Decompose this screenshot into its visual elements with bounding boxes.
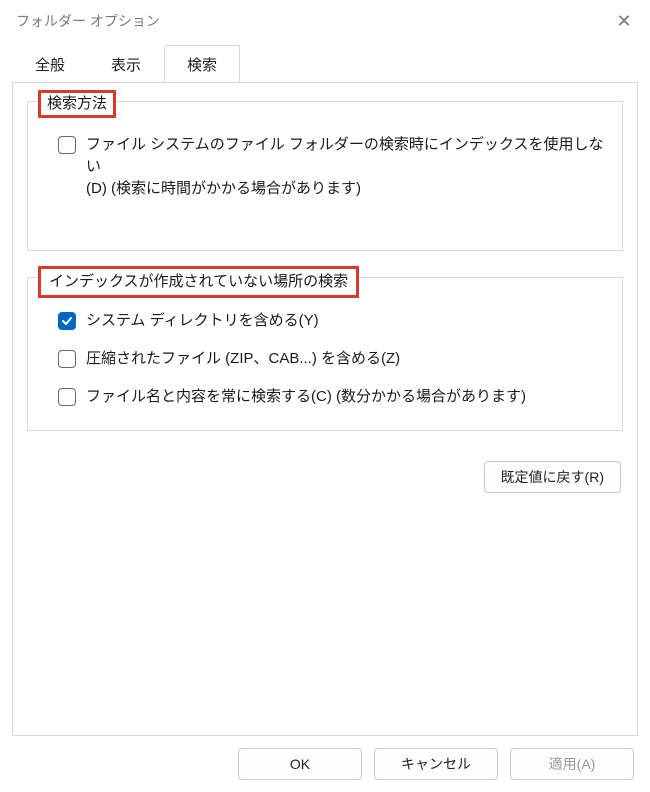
legend-search-method-text: 検索方法	[47, 95, 107, 112]
legend-nonindexed-text: インデックスが作成されていない場所の検索	[49, 273, 348, 290]
apply-button[interactable]: 適用(A)	[510, 748, 634, 780]
tab-general[interactable]: 全般	[12, 45, 88, 83]
close-icon[interactable]: ✕	[610, 11, 638, 32]
checkbox-zip[interactable]	[58, 350, 76, 368]
tab-view[interactable]: 表示	[88, 45, 164, 83]
checkbox-row-sysdir[interactable]: システム ディレクトリを含める(Y)	[40, 304, 610, 338]
check-icon	[61, 315, 73, 327]
tab-general-label: 全般	[35, 57, 65, 74]
checkbox-row-content[interactable]: ファイル名と内容を常に検索する(C) (数分かかる場合があります)	[40, 380, 610, 414]
tab-strip: 全般 表示 検索	[0, 42, 650, 82]
checkbox-sysdir[interactable]	[58, 312, 76, 330]
checkbox-noindex-label: ファイル システムのファイル フォルダーの検索時にインデックスを使用しない (D…	[86, 134, 604, 200]
tab-view-label: 表示	[111, 57, 141, 74]
ok-button[interactable]: OK	[238, 748, 362, 780]
checkbox-content-label: ファイル名と内容を常に検索する(C) (数分かかる場合があります)	[86, 386, 526, 408]
tab-search-label: 検索	[187, 57, 217, 74]
checkbox-noindex-label-line1: ファイル システムのファイル フォルダーの検索時にインデックスを使用しない	[86, 136, 603, 175]
legend-nonindexed: インデックスが作成されていない場所の検索	[38, 266, 359, 298]
window-title: フォルダー オプション	[16, 11, 160, 31]
titlebar: フォルダー オプション ✕	[0, 0, 650, 42]
checkbox-content[interactable]	[58, 388, 76, 406]
checkbox-row-zip[interactable]: 圧縮されたファイル (ZIP、CAB...) を含める(Z)	[40, 342, 610, 376]
group-search-method: 検索方法 ファイル システムのファイル フォルダーの検索時にインデックスを使用し…	[27, 101, 623, 251]
tab-search[interactable]: 検索	[164, 45, 240, 83]
checkbox-row-noindex[interactable]: ファイル システムのファイル フォルダーの検索時にインデックスを使用しない (D…	[40, 128, 610, 206]
tab-panel-search: 検索方法 ファイル システムのファイル フォルダーの検索時にインデックスを使用し…	[12, 82, 638, 736]
restore-defaults-button[interactable]: 既定値に戻す(R)	[484, 461, 621, 493]
checkbox-noindex[interactable]	[58, 136, 76, 154]
cancel-button[interactable]: キャンセル	[374, 748, 498, 780]
group-nonindexed-locations: インデックスが作成されていない場所の検索 システム ディレクトリを含める(Y) …	[27, 277, 623, 431]
checkbox-zip-label: 圧縮されたファイル (ZIP、CAB...) を含める(Z)	[86, 348, 400, 370]
legend-search-method: 検索方法	[38, 90, 116, 118]
restore-defaults-row: 既定値に戻す(R)	[27, 457, 623, 493]
checkbox-sysdir-label: システム ディレクトリを含める(Y)	[86, 310, 319, 332]
checkbox-noindex-label-line2: (D) (検索に時間がかかる場合があります)	[86, 178, 604, 200]
dialog-button-row: OK キャンセル 適用(A)	[0, 736, 650, 792]
